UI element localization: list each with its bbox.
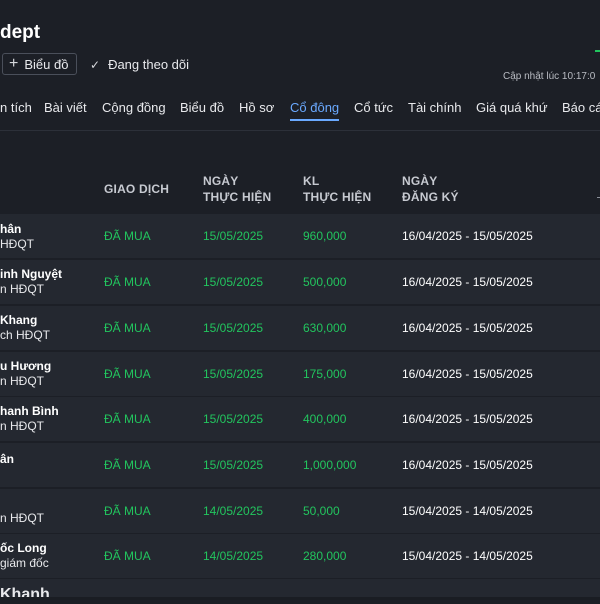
transaction-type: ĐÃ MUA: [104, 229, 151, 243]
header-reg-date[interactable]: NGÀY ĐĂNG KÝ: [402, 173, 459, 205]
tab-financials[interactable]: Tài chính: [408, 100, 461, 115]
insider-role: n HĐQT: [0, 511, 45, 525]
insider-role: n HĐQT: [0, 419, 45, 433]
volume: 500,000: [303, 275, 347, 289]
updated-timestamp: Cập nhật lúc 10:17:0: [503, 71, 596, 82]
reg-period: 15/04/2025 - 14/05/2025: [402, 549, 533, 563]
tab-bar: n tích Bài viết Cộng đồng Biểu đồ Hồ sơ …: [0, 100, 600, 122]
table-row[interactable]: inh Nguyệt n HĐQT ĐÃ MUA 15/05/2025 500,…: [0, 260, 600, 304]
following-label: Đang theo dõi: [108, 57, 190, 72]
table-row[interactable]: u Hương n HĐQT ĐÃ MUA 15/05/2025 175,000…: [0, 352, 600, 396]
stock-header: dept + Biểu đồ ✓ Đang theo dõi Cập nhật …: [0, 0, 600, 150]
volume: 960,000: [303, 229, 347, 243]
table-row[interactable]: hân HĐQT ĐÃ MUA 15/05/2025 960,000 16/04…: [0, 214, 600, 258]
reg-period: 16/04/2025 - 15/05/2025: [402, 458, 533, 472]
insider-name: ốc Long: [0, 541, 47, 555]
tab-price-history[interactable]: Giá quá khứ: [476, 100, 548, 115]
reg-period: 16/04/2025 - 15/05/2025: [402, 275, 533, 289]
header-volume[interactable]: KL THỰC HIỆN: [303, 173, 371, 205]
table-row[interactable]: hanh Bình n HĐQT ĐÃ MUA 15/05/2025 400,0…: [0, 397, 600, 441]
reg-period: 16/04/2025 - 15/05/2025: [402, 229, 533, 243]
tab-articles[interactable]: Bài viết: [44, 100, 87, 115]
insider-role: n HĐQT: [0, 282, 45, 296]
header-reg-date-line2: ĐĂNG KÝ: [402, 190, 459, 204]
tab-community[interactable]: Cộng đồng: [102, 100, 166, 115]
add-chart-button[interactable]: + Biểu đồ: [2, 53, 78, 75]
transaction-type: ĐÃ MUA: [104, 458, 151, 472]
transaction-type: ĐÃ MUA: [104, 412, 151, 426]
table-row[interactable]: Khang ch HĐQT ĐÃ MUA 15/05/2025 630,000 …: [0, 306, 600, 350]
tab-shareholders[interactable]: Cổ đông: [290, 100, 340, 121]
volume: 175,000: [303, 367, 347, 381]
exec-date: 14/05/2025: [203, 504, 264, 518]
insider-name: Khang: [0, 313, 38, 327]
exec-date: 15/05/2025: [203, 321, 264, 335]
header-exec-date-line1: NGÀY: [203, 174, 239, 188]
header-transaction[interactable]: GIAO DỊCH: [104, 181, 169, 197]
insider-name: u Hương: [0, 359, 52, 373]
insider-name: ân: [0, 452, 15, 466]
price-change-indicator: [595, 50, 600, 52]
transaction-type: ĐÃ MUA: [104, 504, 151, 518]
exec-date: 15/05/2025: [203, 367, 264, 381]
insider-role: giám đốc: [0, 556, 49, 570]
following-toggle[interactable]: ✓ Đang theo dõi: [90, 57, 189, 72]
transaction-type: ĐÃ MUA: [104, 275, 151, 289]
insider-role: HĐQT: [0, 237, 34, 251]
table-row[interactable]: ân ĐÃ MUA 15/05/2025 1,000,000 16/04/202…: [0, 443, 600, 487]
header-reg-date-line1: NGÀY: [402, 174, 438, 188]
exec-date: 14/05/2025: [203, 549, 264, 563]
insider-role: n HĐQT: [0, 374, 45, 388]
insider-name: hanh Bình: [0, 404, 59, 418]
tab-dividends[interactable]: Cổ tức: [354, 100, 393, 115]
insider-role: ch HĐQT: [0, 328, 51, 342]
table-header: GIAO DỊCH NGÀY THỰC HIỆN KL THỰC HIỆN NG…: [0, 131, 600, 213]
table-row[interactable]: ốc Long giám đốc ĐÃ MUA 14/05/2025 280,0…: [0, 534, 600, 578]
page-title: dept: [0, 22, 41, 43]
exec-date: 15/05/2025: [203, 458, 264, 472]
volume: 280,000: [303, 549, 347, 563]
reg-period: 16/04/2025 - 15/05/2025: [402, 412, 533, 426]
reg-period: 16/04/2025 - 15/05/2025: [402, 367, 533, 381]
volume: 50,000: [303, 504, 340, 518]
volume: 1,000,000: [303, 458, 357, 472]
insider-name: inh Nguyệt: [0, 267, 62, 281]
insider-name: hân: [0, 222, 22, 236]
table-row[interactable]: n HĐQT ĐÃ MUA 14/05/2025 50,000 15/04/20…: [0, 489, 600, 533]
transaction-type: ĐÃ MUA: [104, 367, 151, 381]
tab-analysis[interactable]: n tích: [0, 100, 32, 115]
add-chart-label: Biểu đồ: [24, 56, 69, 72]
tab-chart[interactable]: Biểu đồ: [180, 100, 224, 115]
header-exec-date-line2: THỰC HIỆN: [203, 190, 272, 204]
header-volume-line2: THỰC HIỆN: [303, 190, 372, 204]
header-volume-line1: KL: [303, 174, 320, 188]
reg-period: 15/04/2025 - 14/05/2025: [402, 504, 533, 518]
transaction-type: ĐÃ MUA: [104, 321, 151, 335]
reg-period: 16/04/2025 - 15/05/2025: [402, 321, 533, 335]
exec-date: 15/05/2025: [203, 229, 264, 243]
tab-reports[interactable]: Báo cá: [562, 100, 600, 115]
plus-icon: +: [9, 55, 19, 72]
insider-name: Khanh: [0, 586, 50, 603]
exec-date: 15/05/2025: [203, 412, 264, 426]
volume: 400,000: [303, 412, 347, 426]
volume: 630,000: [303, 321, 347, 335]
transaction-type: ĐÃ MUA: [104, 549, 151, 563]
check-icon: ✓: [90, 57, 101, 72]
tab-profile[interactable]: Hồ sơ: [239, 100, 274, 115]
exec-date: 15/05/2025: [203, 275, 264, 289]
header-exec-date[interactable]: NGÀY THỰC HIỆN: [203, 173, 271, 205]
